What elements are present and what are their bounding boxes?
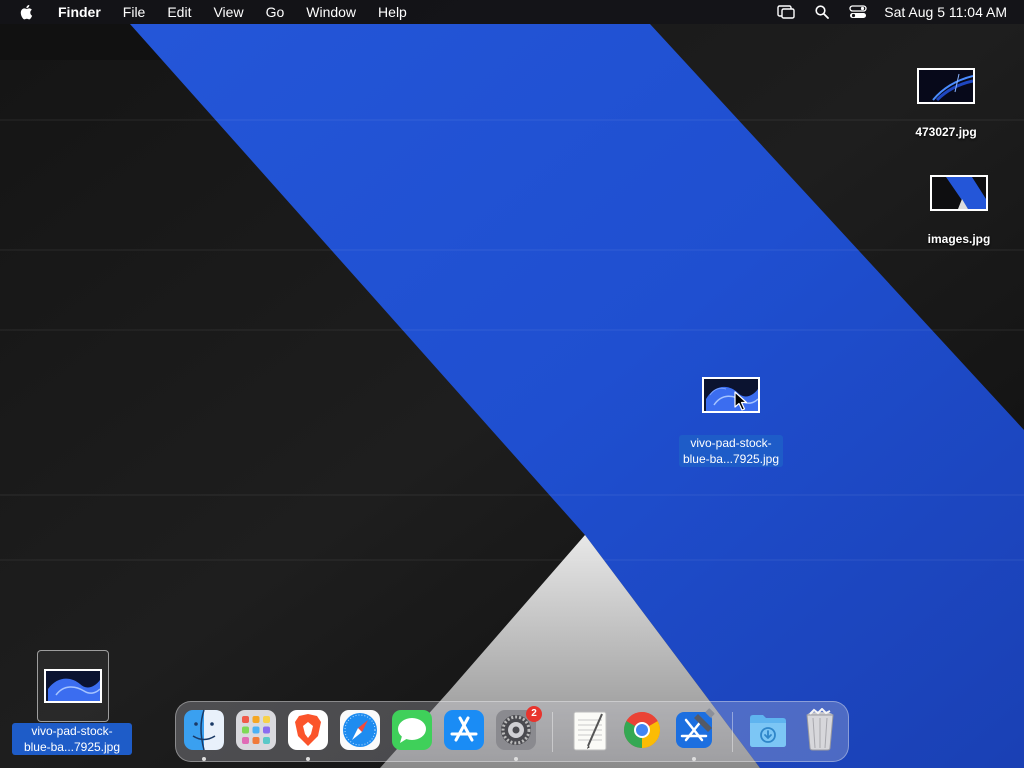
apple-icon[interactable] [17, 4, 37, 20]
desktop-file-label: vivo-pad-stock- blue-ba...7925.jpg [678, 435, 784, 467]
dock-chrome[interactable] [620, 708, 664, 752]
xcode-icon [676, 708, 715, 748]
dock-brave[interactable] [286, 708, 330, 761]
desktop-file-icon-selected[interactable]: vivo-pad-stock- blue-ba...7925.jpg [670, 377, 792, 467]
dock-finder[interactable] [182, 708, 226, 761]
control-center-icon[interactable] [847, 1, 869, 23]
dock-messages[interactable] [390, 708, 434, 752]
menu-file[interactable]: File [112, 0, 157, 24]
desktop-file-label: images.jpg [927, 232, 991, 246]
running-indicator [514, 757, 518, 761]
textedit-icon [573, 711, 607, 751]
desktop-wallpaper [0, 0, 1024, 768]
drag-preview [37, 650, 109, 722]
finder-icon [184, 709, 224, 751]
menubar-clock[interactable]: Sat Aug 5 11:04 AM [884, 4, 1007, 20]
dock-textedit[interactable] [568, 708, 612, 752]
menu-go[interactable]: Go [255, 0, 296, 24]
chrome-icon [623, 711, 661, 748]
app-store-icon [444, 710, 484, 750]
menu-view[interactable]: View [202, 0, 254, 24]
dock-downloads[interactable] [746, 708, 790, 752]
trash-icon [806, 708, 834, 751]
running-indicator [306, 757, 310, 761]
dock-safari[interactable] [338, 708, 382, 752]
safari-icon [340, 710, 380, 750]
notification-badge: 2 [526, 706, 542, 722]
menu-edit[interactable]: Edit [156, 0, 202, 24]
screen-mirroring-icon[interactable] [775, 1, 797, 23]
brave-icon [288, 710, 328, 750]
image-thumbnail [702, 377, 760, 413]
dock-separator [732, 712, 733, 752]
desktop-file-icon[interactable]: images.jpg [909, 175, 1009, 247]
image-thumbnail [917, 68, 975, 104]
drag-preview-label: vivo-pad-stock- blue-ba...7925.jpg [12, 723, 132, 755]
running-indicator [692, 757, 696, 761]
menu-help[interactable]: Help [367, 0, 418, 24]
menu-app-finder[interactable]: Finder [47, 0, 112, 24]
dock-launchpad[interactable] [234, 708, 278, 752]
desktop-file-icon[interactable]: 473027.jpg [896, 68, 996, 140]
image-thumbnail [44, 669, 102, 703]
desktop-file-label: 473027.jpg [915, 125, 977, 139]
dock-xcode[interactable] [672, 708, 716, 761]
dock-system-settings[interactable]: 2 [494, 706, 542, 761]
menu-window[interactable]: Window [295, 0, 367, 24]
image-thumbnail [930, 175, 988, 211]
messages-icon [392, 710, 432, 750]
dock: 2 [175, 701, 849, 762]
dock-separator [552, 712, 553, 752]
dock-app-store[interactable] [442, 708, 486, 752]
menu-bar: Finder File Edit View Go Window Help Sat… [0, 0, 1024, 24]
downloads-folder-icon [750, 715, 786, 747]
dock-trash[interactable] [798, 708, 842, 752]
running-indicator [202, 757, 206, 761]
spotlight-search-icon[interactable] [811, 1, 833, 23]
launchpad-icon [236, 710, 276, 750]
